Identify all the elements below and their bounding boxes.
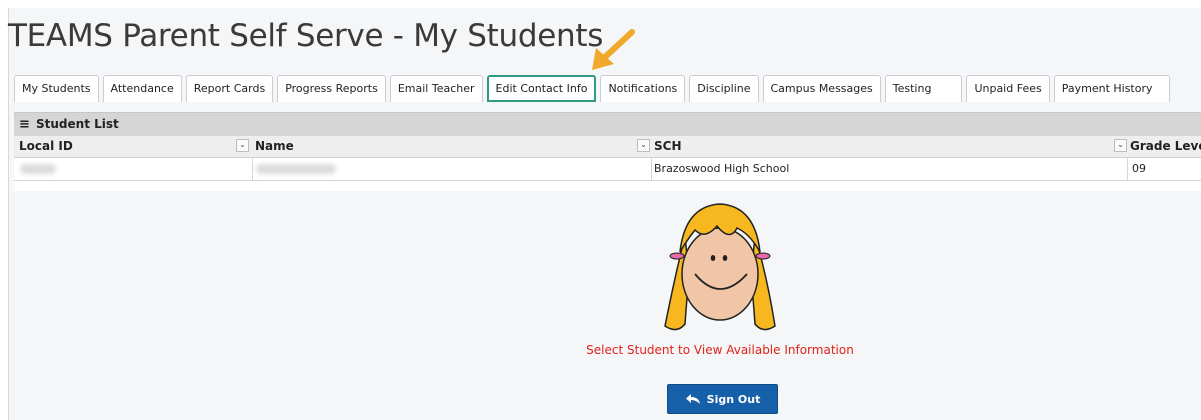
redacted-local-id xyxy=(20,164,56,174)
student-list-grid: ≡ Student List Local ID ⌄ Name ⌄ SCH ⌄ G… xyxy=(14,112,1201,191)
tab-edit-contact-info[interactable]: Edit Contact Info xyxy=(486,75,597,102)
tab-discipline[interactable]: Discipline xyxy=(689,75,759,102)
cell-school: Brazoswood High School xyxy=(654,162,790,175)
cell-grade: 09 xyxy=(1132,162,1146,175)
chevron-down-icon[interactable]: ⌄ xyxy=(1114,139,1127,152)
tab-notifications[interactable]: Notifications xyxy=(600,75,686,102)
tab-progress-reports[interactable]: Progress Reports xyxy=(277,75,386,102)
reply-arrow-icon xyxy=(685,394,700,404)
page-title: TEAMS Parent Self Serve - My Students xyxy=(8,18,604,54)
table-row[interactable]: Brazoswood High School 09 xyxy=(14,158,1201,181)
tab-my-students[interactable]: My Students xyxy=(14,75,99,102)
tab-unpaid-fees[interactable]: Unpaid Fees xyxy=(966,75,1050,102)
column-header-local-id[interactable]: Local ID xyxy=(19,136,73,157)
chevron-down-icon[interactable]: ⌄ xyxy=(637,139,650,152)
tab-attendance[interactable]: Attendance xyxy=(102,75,182,102)
student-list-header: ≡ Student List xyxy=(14,113,1201,136)
sign-out-label: Sign Out xyxy=(706,392,761,406)
column-header-row: Local ID ⌄ Name ⌄ SCH ⌄ Grade Leve xyxy=(14,136,1201,158)
column-header-grade-level[interactable]: Grade Leve xyxy=(1130,136,1201,157)
column-header-sch[interactable]: SCH xyxy=(654,136,682,157)
pointer-arrow-icon xyxy=(592,29,635,70)
redacted-student-name xyxy=(256,164,336,174)
student-avatar-icon xyxy=(664,203,776,331)
tab-report-cards[interactable]: Report Cards xyxy=(185,75,274,102)
sign-out-button[interactable]: Sign Out xyxy=(667,384,778,414)
chevron-down-icon[interactable]: ⌄ xyxy=(236,139,249,152)
tab-testing[interactable]: Testing xyxy=(884,75,963,102)
select-student-prompt: Select Student to View Available Informa… xyxy=(586,343,854,357)
tab-email-teacher[interactable]: Email Teacher xyxy=(389,75,483,102)
tab-payment-history[interactable]: Payment History xyxy=(1053,75,1170,102)
column-header-name[interactable]: Name xyxy=(255,136,294,157)
hamburger-icon[interactable]: ≡ xyxy=(19,113,30,136)
tab-bar: My Students Attendance Report Cards Prog… xyxy=(14,75,1170,102)
student-list-title: Student List xyxy=(36,117,119,131)
tab-campus-messages[interactable]: Campus Messages xyxy=(762,75,881,102)
